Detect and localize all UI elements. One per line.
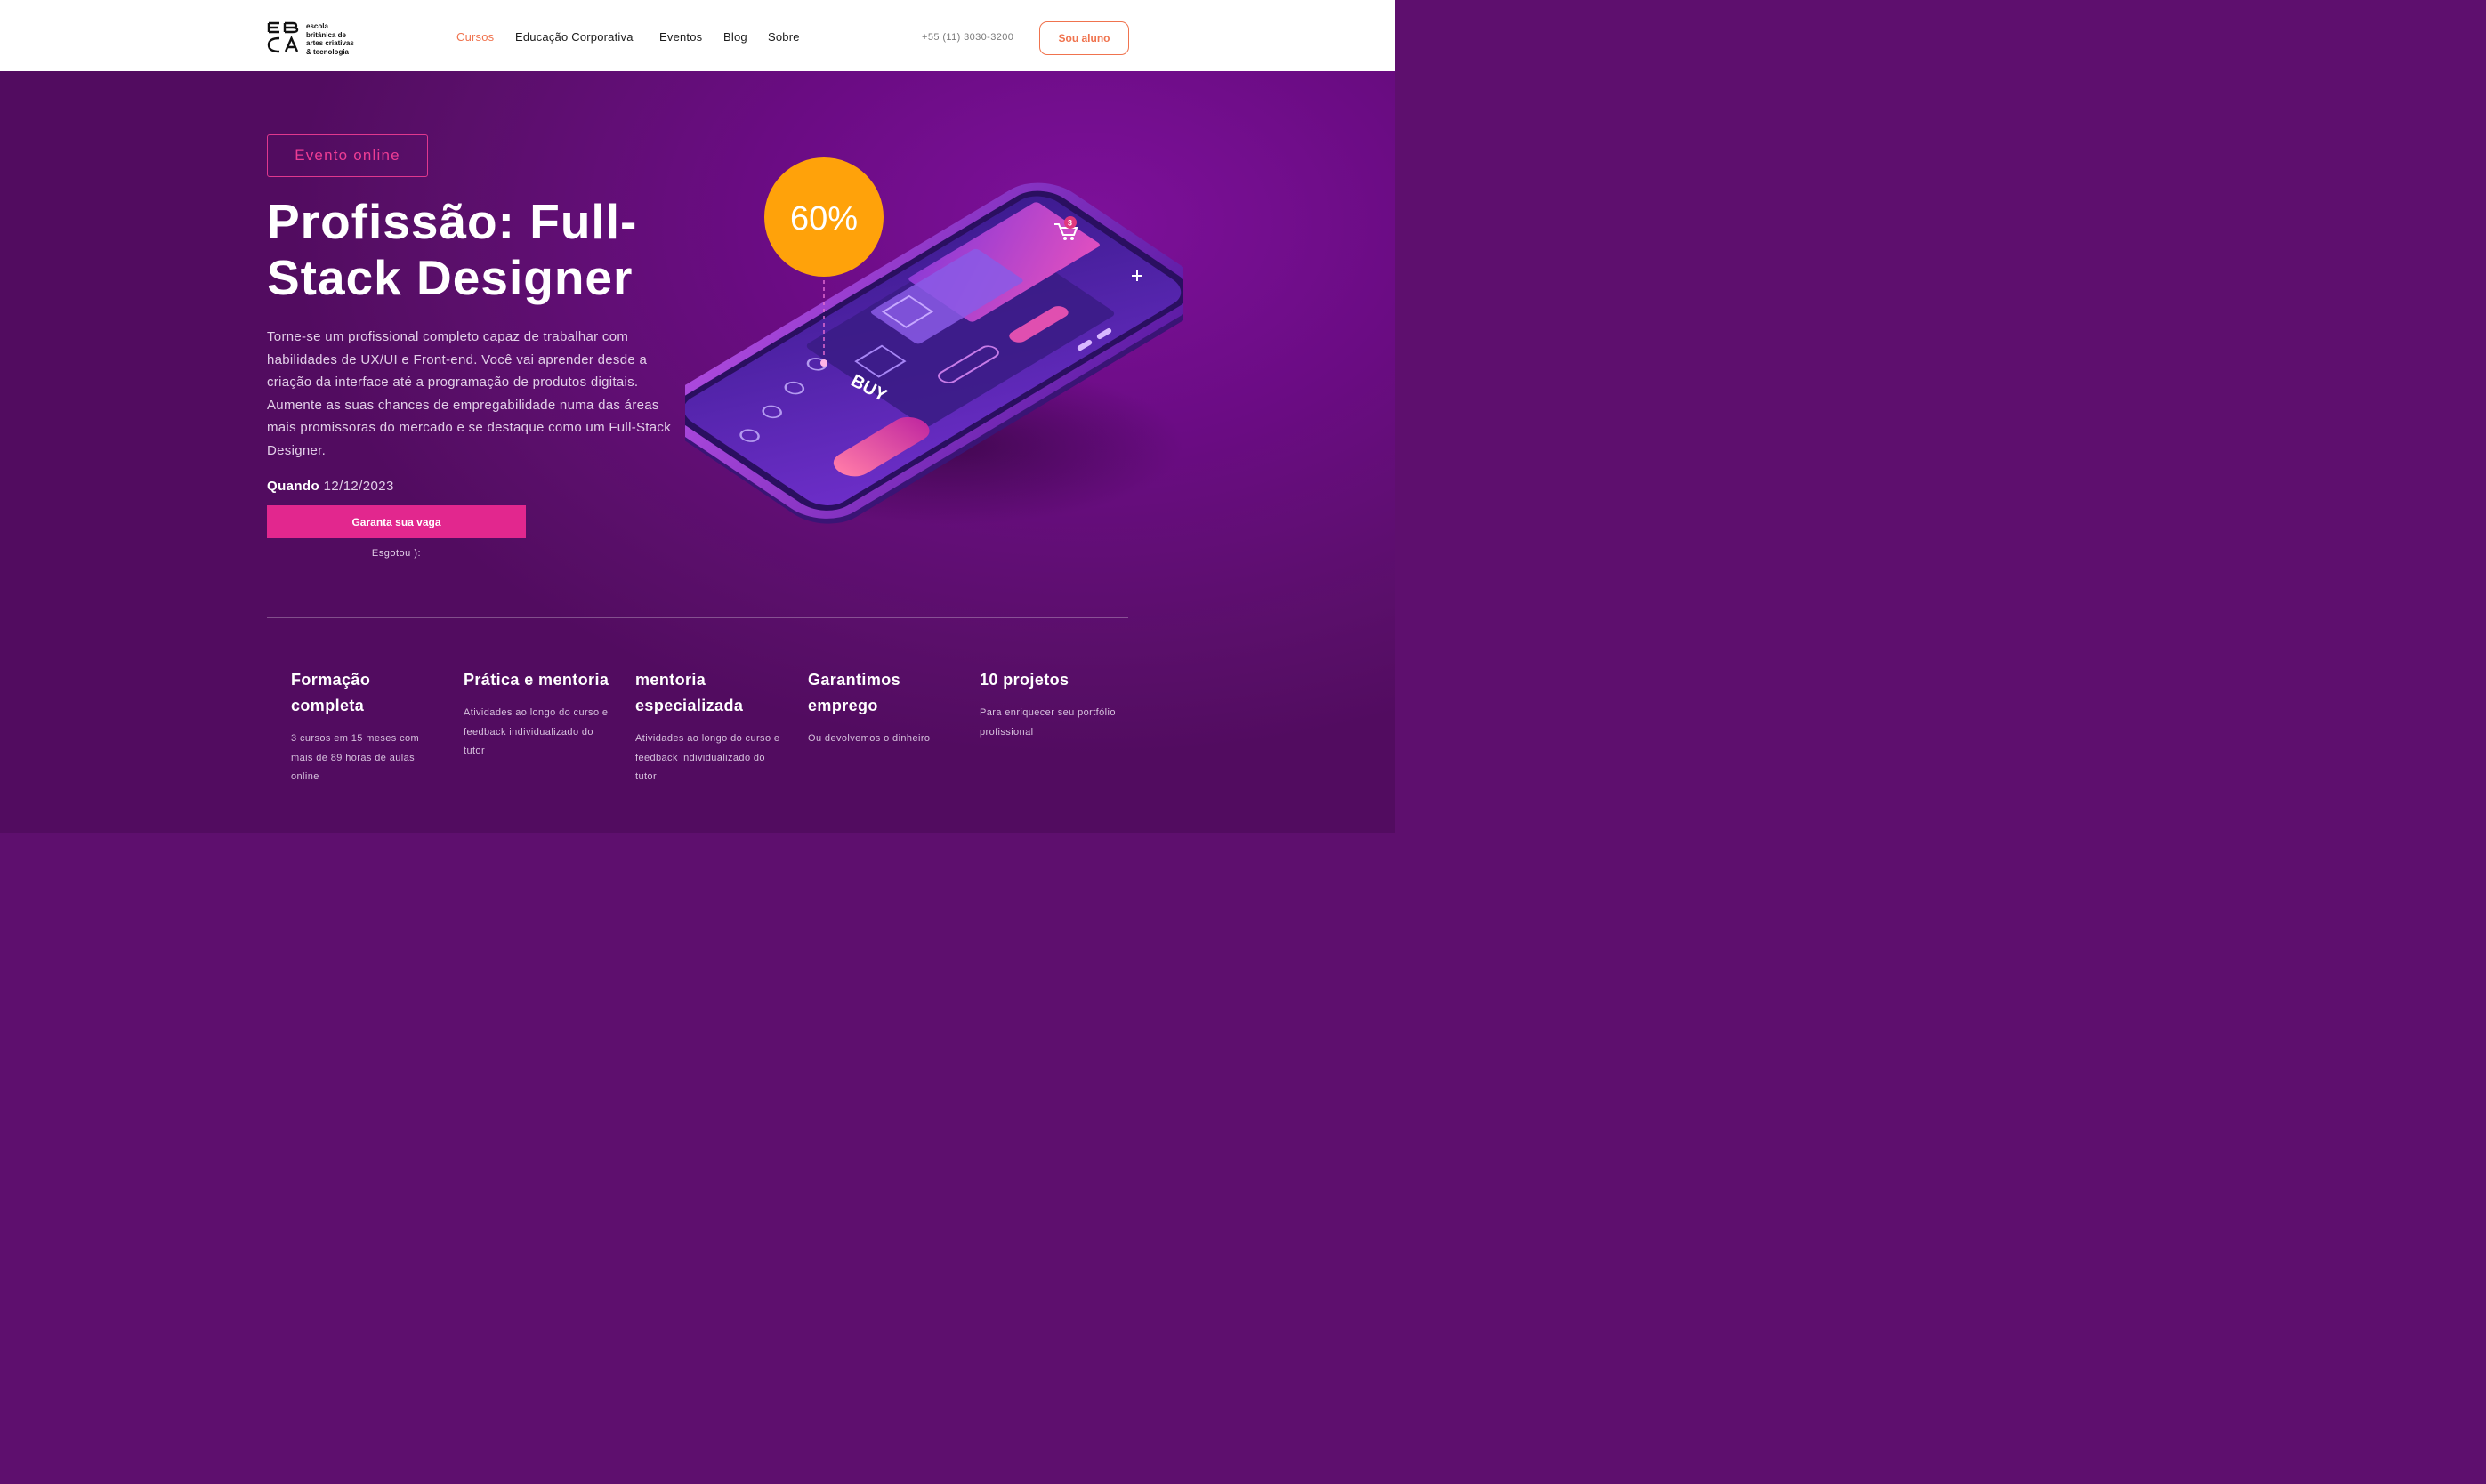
reserve-spot-button[interactable]: Garanta sua vaga bbox=[267, 505, 526, 538]
feature-card: Formação completa 3 cursos em 15 meses c… bbox=[291, 667, 442, 787]
feature-title: 10 projetos bbox=[980, 671, 1069, 689]
nav-item-educacao-corporativa[interactable]: Educação Corporativa bbox=[515, 30, 634, 44]
logo-text: escola britânica de artes criativas & te… bbox=[306, 22, 368, 56]
feature-title: Garantimos emprego bbox=[808, 671, 901, 714]
student-login-button[interactable]: Sou aluno bbox=[1039, 21, 1129, 55]
hero-description: Torne-se um profissional completo capaz … bbox=[267, 329, 672, 458]
feature-description: Atividades ao longo do curso e feedback … bbox=[635, 733, 780, 782]
feature-description: Ou devolvemos o dinheiro bbox=[808, 733, 931, 744]
event-date-value: 12/12/2023 bbox=[323, 479, 394, 494]
event-date-label: Quando bbox=[267, 479, 320, 494]
phone-illustration: BUY 3 60% bbox=[685, 157, 1183, 525]
site-header: escola britânica de artes criativas & te… bbox=[0, 0, 1395, 71]
feature-description: Atividades ao longo do curso e feedback … bbox=[464, 707, 609, 756]
logo[interactable]: escola britânica de artes criativas & te… bbox=[267, 21, 368, 56]
logo-line: britânica de bbox=[306, 30, 346, 39]
logo-line: & tecnologia bbox=[306, 47, 350, 56]
logo-line: artes criativas bbox=[306, 39, 354, 47]
nav-item-sobre[interactable]: Sobre bbox=[768, 30, 800, 44]
event-type-badge: Evento online bbox=[267, 134, 428, 177]
phone-link[interactable]: +55 (11) 3030-3200 bbox=[922, 32, 1013, 43]
feature-description: 3 cursos em 15 meses com mais de 89 hora… bbox=[291, 733, 420, 782]
event-date: Quando 12/12/2023 bbox=[267, 479, 394, 494]
feature-card: mentoria especializada Atividades ao lon… bbox=[635, 667, 787, 787]
section-divider bbox=[267, 617, 1128, 618]
nav-item-eventos[interactable]: Eventos bbox=[659, 30, 702, 44]
ebac-logo-mark-icon bbox=[267, 21, 299, 53]
nav-item-cursos[interactable]: Cursos bbox=[456, 30, 494, 44]
feature-card: Prática e mentoria Atividades ao longo d… bbox=[464, 667, 615, 762]
nav-item-blog[interactable]: Blog bbox=[723, 30, 747, 44]
cart-count: 3 bbox=[1068, 219, 1072, 228]
discount-pointer-dot bbox=[820, 359, 827, 367]
page-title: Profissão: Full-Stack Designer bbox=[267, 194, 638, 305]
feature-title: mentoria especializada bbox=[635, 671, 744, 714]
feature-title: Prática e mentoria bbox=[464, 671, 609, 689]
logo-line: escola bbox=[306, 22, 328, 30]
sold-out-text: Esgotou ): bbox=[371, 548, 422, 559]
feature-card: Garantimos emprego Ou devolvemos o dinhe… bbox=[808, 667, 959, 749]
feature-card: 10 projetos Para enriquecer seu portfóli… bbox=[980, 667, 1131, 742]
feature-title: Formação completa bbox=[291, 671, 371, 714]
feature-description: Para enriquecer seu portfólio profission… bbox=[980, 707, 1116, 738]
discount-value: 60% bbox=[790, 200, 858, 238]
